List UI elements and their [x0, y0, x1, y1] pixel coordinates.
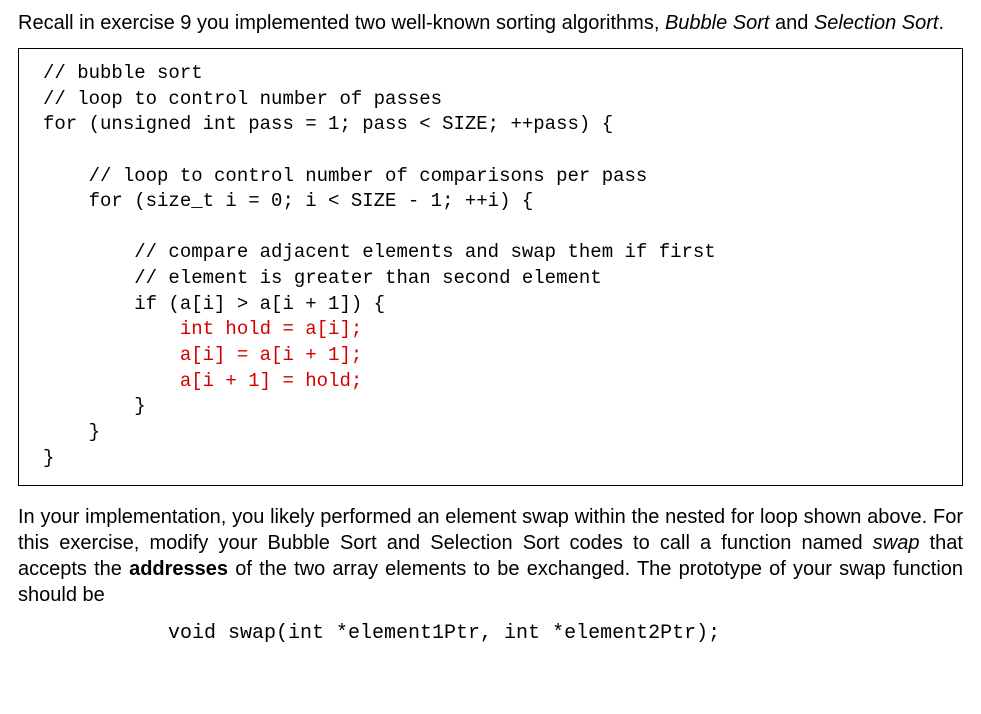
intro-paragraph: Recall in exercise 9 you implemented two… — [18, 10, 963, 36]
swap-term: swap — [873, 532, 920, 554]
code-line-highlight: a[i + 1] = hold; — [43, 370, 362, 392]
intro-text-2: and — [769, 12, 813, 34]
addresses-term: addresses — [129, 558, 228, 580]
instruction-text-1: In your implementation, you likely perfo… — [18, 506, 963, 554]
instruction-paragraph: In your implementation, you likely perfo… — [18, 504, 963, 608]
code-line: // compare adjacent elements and swap th… — [43, 241, 716, 263]
code-listing: // bubble sort // loop to control number… — [18, 48, 963, 486]
code-line: // bubble sort — [43, 62, 203, 84]
code-line-highlight: a[i] = a[i + 1]; — [43, 344, 362, 366]
code-line: for (unsigned int pass = 1; pass < SIZE;… — [43, 113, 613, 135]
bubble-sort-term: Bubble Sort — [665, 12, 770, 34]
function-prototype: void swap(int *element1Ptr, int *element… — [18, 622, 963, 645]
intro-text-3: . — [938, 12, 944, 34]
code-line: } — [43, 395, 146, 417]
selection-sort-term: Selection Sort — [814, 12, 939, 34]
code-line: if (a[i] > a[i + 1]) { — [43, 293, 385, 315]
code-line: // element is greater than second elemen… — [43, 267, 602, 289]
intro-text-1: Recall in exercise 9 you implemented two… — [18, 12, 665, 34]
code-line: } — [43, 447, 54, 469]
code-line: } — [43, 421, 100, 443]
code-line-highlight: int hold = a[i]; — [43, 318, 362, 340]
code-line: for (size_t i = 0; i < SIZE - 1; ++i) { — [43, 190, 533, 212]
code-line: // loop to control number of comparisons… — [43, 165, 647, 187]
code-line: // loop to control number of passes — [43, 88, 442, 110]
